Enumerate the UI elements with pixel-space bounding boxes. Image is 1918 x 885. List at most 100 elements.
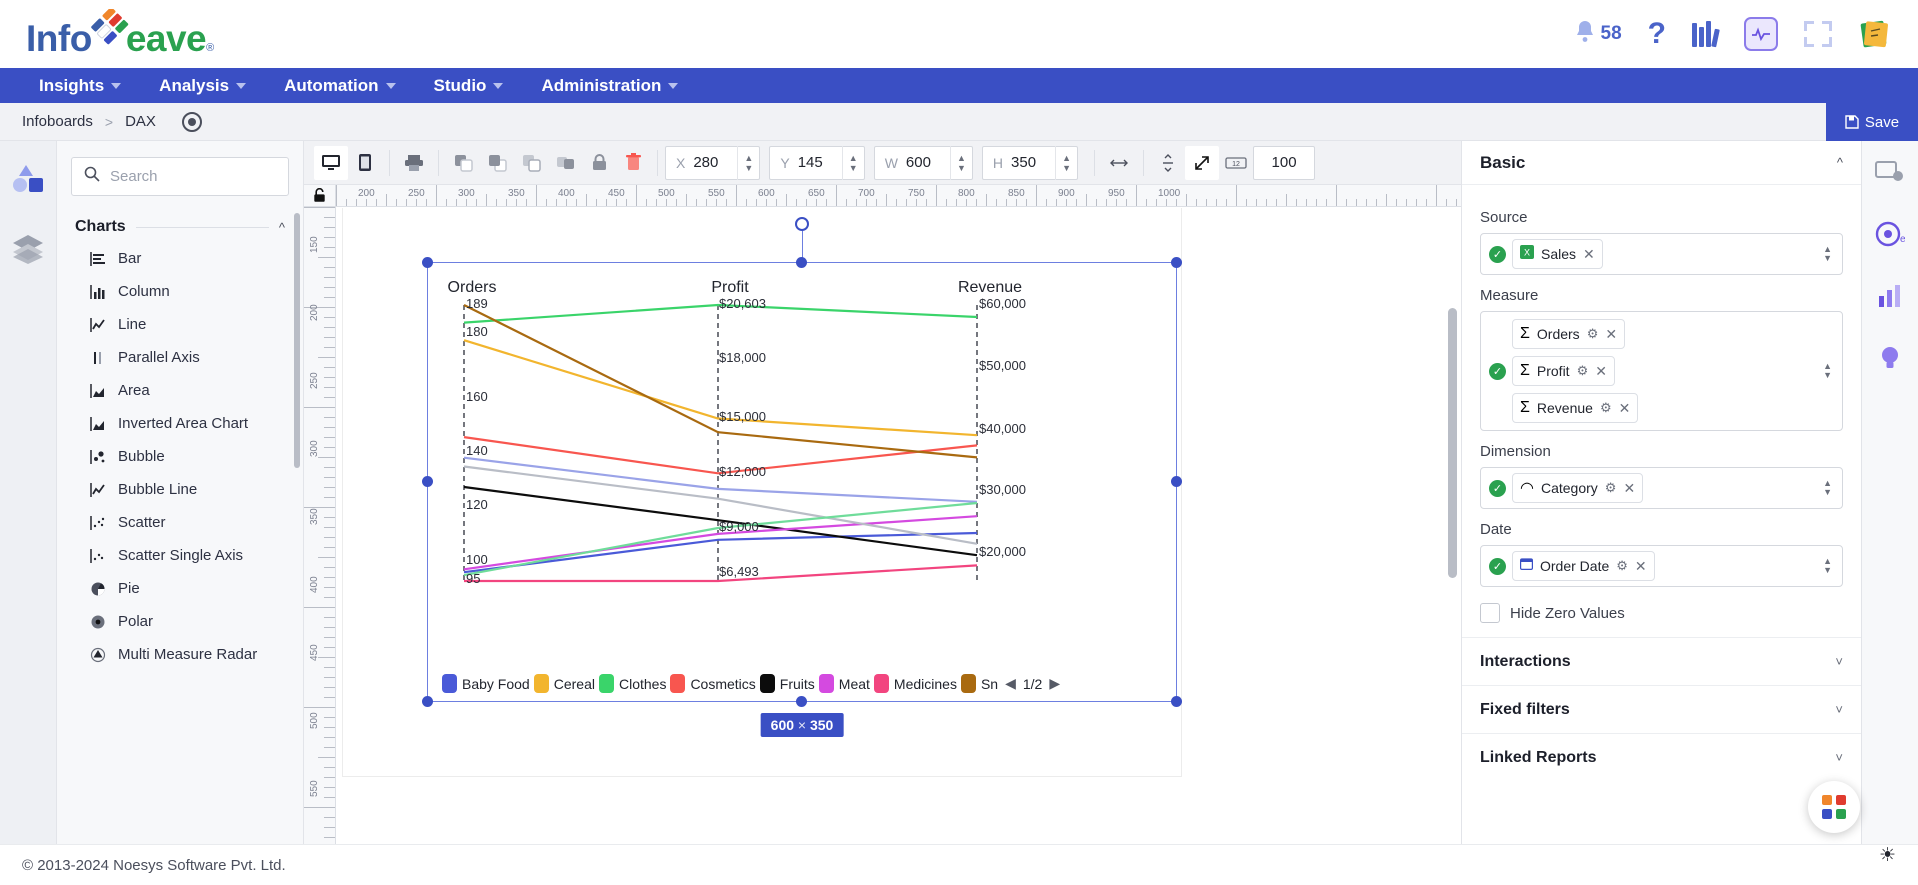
measure-chip-revenue[interactable]: Σ Revenue ⚙ ✕ [1512, 393, 1639, 423]
section-fixed-filters[interactable]: Fixed filters ˅ [1462, 685, 1861, 733]
date-chip-order-date[interactable]: Order Date ⚙ ✕ [1512, 551, 1655, 581]
dimension-dropdown-icon[interactable]: ▲ ▼ [1823, 479, 1836, 497]
ruler-lock-button[interactable] [304, 185, 336, 207]
remove-dimension-icon[interactable]: ✕ [1623, 480, 1635, 497]
chevron-down-icon[interactable]: ˅ [1835, 750, 1843, 765]
save-button[interactable]: Save [1826, 103, 1918, 141]
nav-item-studio[interactable]: Studio [415, 68, 523, 103]
height-field[interactable]: H 350 ▲ ▼ [981, 145, 1079, 180]
chart-item-parallel-axis[interactable]: Parallel Axis [71, 341, 289, 374]
w-value[interactable]: 600 [906, 154, 950, 171]
chart-item-bubble[interactable]: Bubble [71, 440, 289, 473]
x-stepper[interactable]: ▲ ▼ [737, 145, 759, 180]
zoom-level-input[interactable]: 100 [1253, 145, 1316, 180]
date-dropdown-icon[interactable]: ▲ ▼ [1823, 557, 1836, 575]
rotate-handle[interactable] [795, 217, 809, 231]
dimension-field[interactable]: ✓ ◠ Category ⚙ ✕ ▲ ▼ [1480, 467, 1843, 509]
chart-item-bar[interactable]: Bar [71, 242, 289, 275]
monitor-pulse-icon[interactable] [1744, 17, 1778, 51]
theme-toggle-icon[interactable]: ☀ [1879, 844, 1896, 867]
gear-icon[interactable]: ⚙ [1577, 363, 1589, 379]
chevron-up-icon[interactable]: ^ [1837, 155, 1843, 170]
remove-measure-icon[interactable]: ✕ [1619, 400, 1631, 417]
bring-to-front-icon[interactable] [548, 146, 582, 180]
breadcrumb-dax[interactable]: DAX [125, 113, 156, 130]
chart-library-scrollbar[interactable] [294, 213, 300, 468]
legend-item[interactable]: Fruits [759, 674, 815, 693]
palette-icon[interactable]: e [1875, 220, 1906, 253]
y-value[interactable]: 145 [798, 154, 842, 171]
chart-item-pie[interactable]: Pie [71, 572, 289, 605]
notes-icon[interactable] [1858, 19, 1892, 49]
y-stepper[interactable]: ▲ ▼ [841, 145, 864, 180]
chevron-down-icon[interactable]: ˅ [1835, 654, 1843, 669]
legend-prev-button[interactable]: ◀ [1002, 675, 1019, 692]
bring-forward-icon[interactable] [480, 146, 514, 180]
gear-icon[interactable]: ⚙ [1600, 400, 1612, 416]
remove-measure-icon[interactable]: ✕ [1605, 326, 1617, 343]
x-value[interactable]: 280 [693, 154, 737, 171]
chart-item-line[interactable]: Line [71, 308, 289, 341]
chart-item-area[interactable]: Area [71, 374, 289, 407]
chart-item-multi-measure-radar[interactable]: Multi Measure Radar [71, 638, 289, 671]
source-field[interactable]: ✓ X Sales ✕ ▲ ▼ [1480, 233, 1843, 275]
section-interactions[interactable]: Interactions ˅ [1462, 637, 1861, 685]
send-backward-icon[interactable] [446, 146, 480, 180]
gear-icon[interactable]: ⚙ [1587, 326, 1599, 342]
nav-item-analysis[interactable]: Analysis [140, 68, 265, 103]
legend-item[interactable]: Cosmetics [670, 674, 756, 693]
remove-source-icon[interactable]: ✕ [1583, 246, 1595, 263]
grid-size-icon[interactable]: 12 [1219, 146, 1253, 180]
selected-widget-frame[interactable]: Orders Profit Revenue 189 180 160 140 12… [422, 217, 1182, 737]
fit-screen-icon[interactable] [1185, 145, 1220, 180]
desktop-icon[interactable] [314, 145, 348, 180]
tablet-icon[interactable] [348, 146, 382, 180]
chart-item-scatter-single-axis[interactable]: Scatter Single Axis [71, 539, 289, 572]
gear-icon[interactable]: ⚙ [1616, 558, 1628, 574]
chart-item-inverted-area-chart[interactable]: Inverted Area Chart [71, 407, 289, 440]
y-position-field[interactable]: Y 145 ▲ ▼ [769, 145, 865, 180]
fit-width-icon[interactable] [1102, 146, 1136, 180]
app-logo[interactable]: Info eave ® [26, 6, 214, 60]
legend-item[interactable]: Baby Food [442, 674, 530, 693]
parallel-axis-chart[interactable]: Orders Profit Revenue 189 180 160 140 12… [428, 263, 1176, 701]
legend-item[interactable]: Meat [818, 674, 870, 693]
infoboard-page[interactable]: Orders Profit Revenue 189 180 160 140 12… [343, 208, 1182, 776]
mobile-icon[interactable] [397, 146, 431, 180]
layers-icon[interactable] [12, 234, 44, 269]
measure-chip-profit[interactable]: Σ Profit ⚙ ✕ [1512, 356, 1615, 386]
h-value[interactable]: 350 [1011, 154, 1055, 171]
width-field[interactable]: W 600 ▲ ▼ [873, 145, 973, 180]
preview-eye-icon[interactable] [181, 111, 202, 132]
hide-zero-values-row[interactable]: Hide Zero Values [1480, 603, 1843, 623]
chart-item-scatter[interactable]: Scatter [71, 506, 289, 539]
chart-item-bubble-line[interactable]: Bubble Line [71, 473, 289, 506]
send-to-back-icon[interactable] [514, 146, 548, 180]
chart-item-polar[interactable]: Polar [71, 605, 289, 638]
chevron-down-icon[interactable]: ˅ [1835, 702, 1843, 717]
nav-item-automation[interactable]: Automation [265, 68, 414, 103]
chart-series-line[interactable] [463, 304, 978, 459]
remove-measure-icon[interactable]: ✕ [1595, 363, 1607, 380]
hide-zero-values-checkbox[interactable] [1480, 603, 1500, 623]
w-stepper[interactable]: ▲ ▼ [949, 145, 972, 180]
measure-chip-orders[interactable]: Σ Orders ⚙ ✕ [1512, 319, 1626, 349]
chart-item-column[interactable]: Column [71, 275, 289, 308]
section-linked-reports[interactable]: Linked Reports ˅ [1462, 733, 1861, 781]
legend-item[interactable]: Cereal [533, 674, 595, 693]
settings-panel-icon[interactable] [1875, 159, 1905, 190]
assistant-fab[interactable] [1808, 781, 1860, 833]
bulb-icon[interactable] [1877, 344, 1903, 377]
delete-icon[interactable] [616, 146, 650, 180]
library-icon[interactable] [1692, 21, 1720, 48]
search-input[interactable] [110, 168, 276, 185]
source-dropdown-icon[interactable]: ▲ ▼ [1823, 245, 1836, 263]
widgets-icon[interactable] [11, 163, 45, 200]
legend-next-button[interactable]: ▶ [1046, 675, 1063, 692]
h-stepper[interactable]: ▲ ▼ [1055, 145, 1077, 180]
canvas-vertical-scrollbar[interactable] [1448, 308, 1457, 578]
measure-field[interactable]: ✓ Σ Orders ⚙ ✕ Σ Profit ⚙ ✕ Σ Revenue ⚙ … [1480, 311, 1843, 431]
charts-section-header[interactable]: Charts ^ [75, 218, 285, 236]
help-icon[interactable]: ? [1648, 19, 1666, 49]
date-field[interactable]: ✓ Order Date ⚙ ✕ ▲ ▼ [1480, 545, 1843, 587]
